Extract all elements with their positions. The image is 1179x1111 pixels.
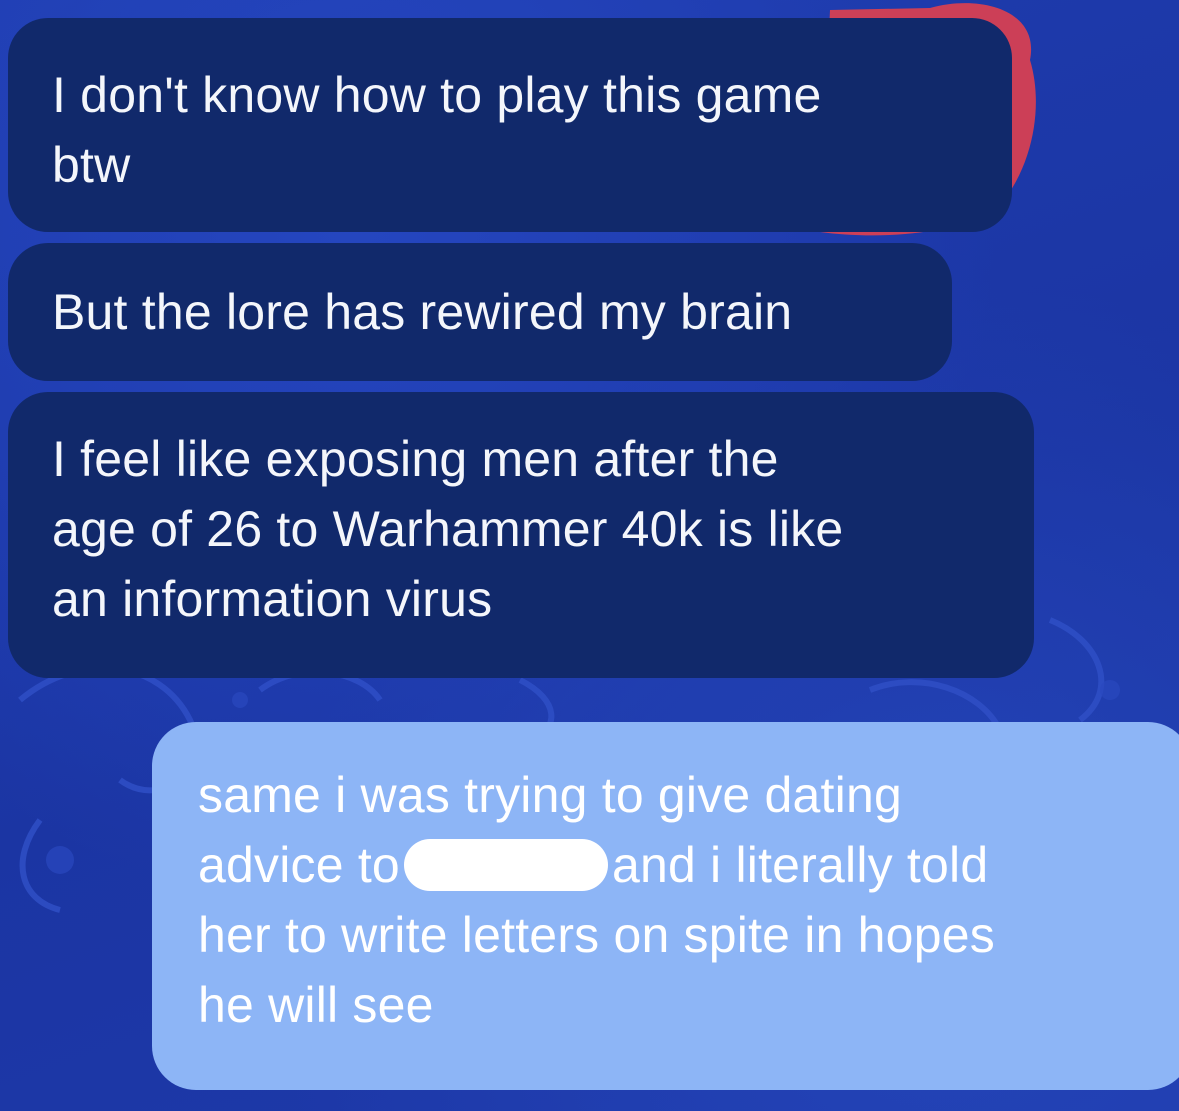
message-text: and i literally told — [611, 837, 989, 893]
message-text: btw — [52, 137, 131, 193]
message-text-line: advice to and i literally told — [198, 830, 1146, 900]
message-text: age of 26 to Warhammer 40k is like — [52, 501, 844, 557]
redacted-name-block — [403, 838, 608, 891]
message-text: advice to — [198, 837, 400, 893]
message-text: But the lore has rewired my brain — [52, 284, 793, 340]
message-text: I don't know how to play this game — [52, 67, 822, 123]
message-text: same i was trying to give dating — [198, 767, 902, 823]
message-text: he will see — [198, 977, 434, 1033]
message-bubble-incoming[interactable]: I don't know how to play this game btw — [8, 18, 1012, 232]
message-text: an information virus — [52, 571, 493, 627]
message-text: her to write letters on spite in hopes — [198, 907, 995, 963]
message-text: I feel like exposing men after the — [52, 431, 779, 487]
message-bubble-incoming[interactable]: I feel like exposing men after the age o… — [8, 392, 1034, 678]
message-bubble-incoming[interactable]: But the lore has rewired my brain — [8, 243, 952, 381]
message-bubble-outgoing[interactable]: same i was trying to give dating advice … — [152, 722, 1179, 1090]
